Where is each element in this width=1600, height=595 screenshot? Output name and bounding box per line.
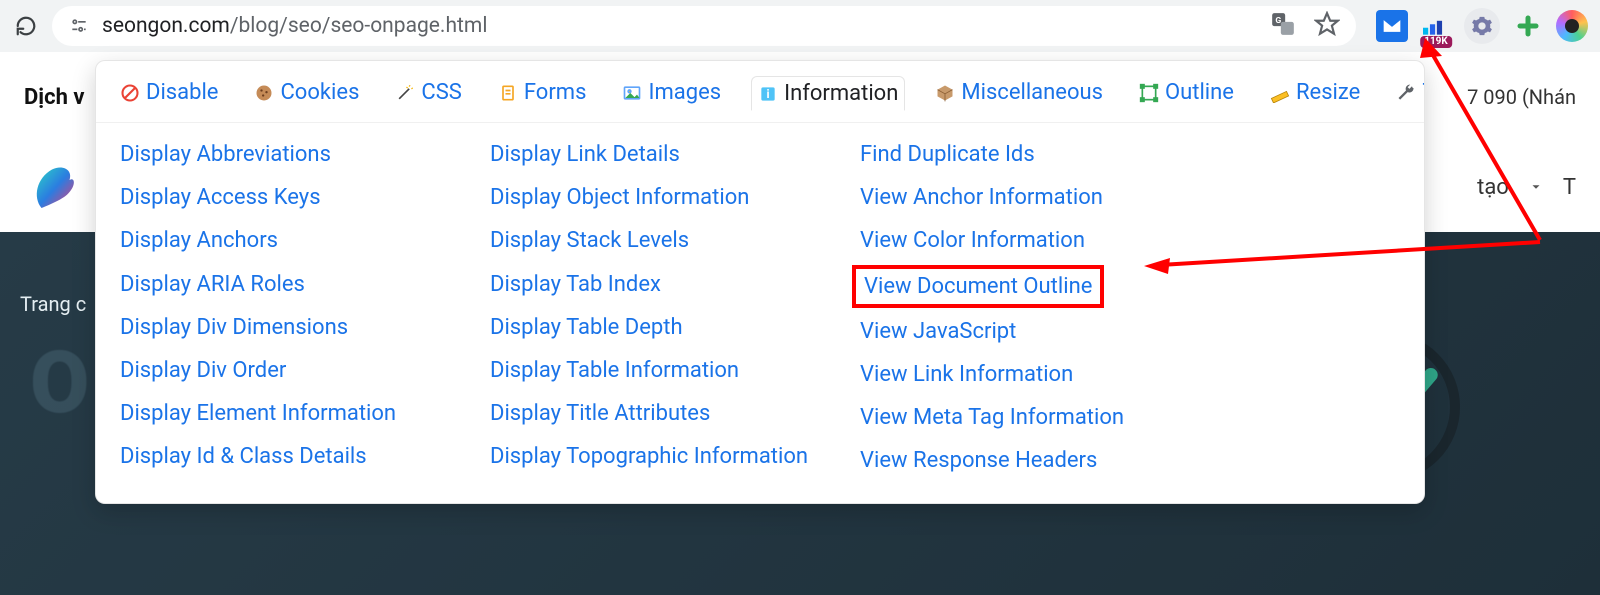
site-logo bbox=[24, 159, 80, 215]
url-host: seongon.com bbox=[102, 14, 230, 38]
webdeveloper-popup: Disable Cookies CSS Forms Images i Infor… bbox=[95, 60, 1425, 504]
breadcrumb: Trang c bbox=[20, 292, 86, 316]
image-icon bbox=[622, 83, 642, 103]
outline-icon bbox=[1139, 83, 1159, 103]
topbar-right-text: 7 090 (Nhán bbox=[1467, 85, 1576, 109]
tab-disable[interactable]: Disable bbox=[114, 76, 224, 109]
reload-button[interactable] bbox=[12, 12, 40, 40]
extension-webdeveloper-icon[interactable] bbox=[1464, 8, 1500, 44]
info-menu-item[interactable]: Display Abbreviations bbox=[120, 137, 331, 172]
tab-css[interactable]: CSS bbox=[389, 76, 467, 109]
info-menu-item[interactable]: View Link Information bbox=[860, 357, 1073, 392]
info-menu-item[interactable]: View Meta Tag Information bbox=[860, 400, 1124, 435]
info-menu-item[interactable]: Display Topographic Information bbox=[490, 439, 808, 474]
info-menu-item[interactable]: Display Access Keys bbox=[120, 180, 321, 215]
extensions-bar: 119K bbox=[1368, 8, 1588, 44]
url-display: seongon.com/blog/seo/seo-onpage.html bbox=[102, 14, 487, 38]
extension-plus-icon[interactable] bbox=[1512, 10, 1544, 42]
address-bar[interactable]: seongon.com/blog/seo/seo-onpage.html G bbox=[52, 6, 1356, 46]
extension-moz-icon[interactable]: 119K bbox=[1420, 10, 1452, 42]
info-menu-item[interactable]: View JavaScript bbox=[860, 314, 1016, 349]
webdeveloper-tab-strip: Disable Cookies CSS Forms Images i Infor… bbox=[96, 61, 1424, 123]
info-menu-item[interactable]: Display Id & Class Details bbox=[120, 439, 367, 474]
info-menu-item[interactable]: Display Element Information bbox=[120, 396, 396, 431]
ruler-icon bbox=[1270, 83, 1290, 103]
clipboard-icon bbox=[498, 83, 518, 103]
tab-forms[interactable]: Forms bbox=[492, 76, 593, 109]
info-menu-item[interactable]: View Response Headers bbox=[860, 443, 1097, 478]
info-menu-item[interactable]: View Color Information bbox=[860, 223, 1085, 258]
info-menu-item[interactable]: Display Link Details bbox=[490, 137, 680, 172]
tab-cookies[interactable]: Cookies bbox=[248, 76, 365, 109]
box-icon bbox=[935, 83, 955, 103]
tab-miscellaneous[interactable]: Miscellaneous bbox=[929, 76, 1109, 109]
extension-camera-icon[interactable] bbox=[1556, 10, 1588, 42]
info-menu-item[interactable]: Display Anchors bbox=[120, 223, 278, 258]
chevron-down-icon bbox=[1529, 180, 1543, 194]
header-menu-item[interactable]: tạo bbox=[1477, 175, 1509, 200]
info-menu-item[interactable]: Display Object Information bbox=[490, 180, 749, 215]
svg-text:i: i bbox=[767, 87, 770, 101]
reload-icon bbox=[15, 15, 37, 37]
wrench-icon bbox=[1396, 83, 1416, 103]
info-icon: i bbox=[758, 84, 778, 104]
extension-badge: 119K bbox=[1420, 36, 1452, 48]
tab-outline[interactable]: Outline bbox=[1133, 76, 1240, 109]
info-menu-item[interactable]: Display ARIA Roles bbox=[120, 267, 305, 302]
topbar-left-text: Dịch v bbox=[24, 85, 85, 110]
svg-text:G: G bbox=[1275, 16, 1281, 26]
info-column-2: Display Link Details Display Object Infor… bbox=[490, 137, 820, 479]
translate-icon[interactable]: G bbox=[1270, 11, 1296, 41]
info-menu-item[interactable]: View Document Outline bbox=[852, 265, 1104, 308]
info-menu-item[interactable]: Display Table Depth bbox=[490, 310, 683, 345]
bookmark-star-icon[interactable] bbox=[1314, 11, 1340, 41]
info-menu-item[interactable]: Display Tab Index bbox=[490, 267, 661, 302]
info-menu-item[interactable]: Display Title Attributes bbox=[490, 396, 710, 431]
site-info-icon[interactable] bbox=[68, 15, 90, 37]
info-menu-item[interactable]: View Anchor Information bbox=[860, 180, 1103, 215]
info-menu-item[interactable]: Display Div Order bbox=[120, 353, 286, 388]
tab-information[interactable]: i Information bbox=[751, 76, 905, 111]
tab-resize[interactable]: Resize bbox=[1264, 76, 1366, 109]
tab-tools[interactable]: Tools bbox=[1390, 76, 1425, 109]
tab-images[interactable]: Images bbox=[616, 76, 727, 109]
webdeveloper-panel-body: Display Abbreviations Display Access Keys… bbox=[96, 123, 1424, 503]
info-menu-item[interactable]: Display Div Dimensions bbox=[120, 310, 348, 345]
browser-toolbar: seongon.com/blog/seo/seo-onpage.html G 1… bbox=[0, 0, 1600, 52]
info-menu-item[interactable]: Display Table Information bbox=[490, 353, 739, 388]
url-path: /blog/seo/seo-onpage.html bbox=[230, 14, 488, 38]
cookie-icon bbox=[254, 83, 274, 103]
info-menu-item[interactable]: Find Duplicate Ids bbox=[860, 137, 1035, 172]
info-menu-item[interactable]: Display Stack Levels bbox=[490, 223, 689, 258]
disable-icon bbox=[120, 83, 140, 103]
info-column-3: Find Duplicate Ids View Anchor Informatio… bbox=[860, 137, 1190, 479]
extension-gmail-icon[interactable] bbox=[1376, 10, 1408, 42]
wand-icon bbox=[395, 83, 415, 103]
header-menu-item-2[interactable]: T bbox=[1563, 175, 1576, 200]
info-column-1: Display Abbreviations Display Access Keys… bbox=[120, 137, 450, 479]
